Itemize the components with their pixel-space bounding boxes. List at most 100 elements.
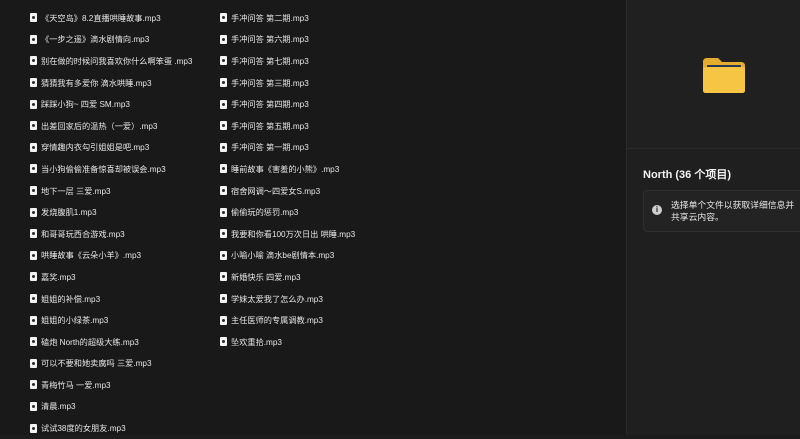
file-item[interactable]: 试试38度的女朋友.mp3 (30, 417, 192, 439)
audio-file-icon (30, 380, 37, 390)
folder-preview (627, 0, 800, 149)
file-name: 坠欢重拾.mp3 (231, 337, 282, 347)
file-item[interactable]: 我要和你看100万次日出 哄睡.mp3 (220, 223, 355, 245)
audio-file-icon (220, 337, 227, 347)
file-name: 手冲问答 第五期.mp3 (231, 121, 309, 131)
audio-file-icon (30, 294, 37, 304)
audio-file-icon (30, 142, 37, 152)
file-item[interactable]: 清晨.mp3 (30, 396, 192, 418)
file-item[interactable]: 宿舍网调～四爱女S.mp3 (220, 180, 355, 202)
file-name: 新婚快乐 四爱.mp3 (231, 272, 301, 282)
file-name: 哄睡故事《云朵小羊》.mp3 (41, 251, 142, 261)
file-item[interactable]: 小喻小喻 滴水be剧情本.mp3 (220, 245, 355, 267)
file-item[interactable]: 新婚快乐 四爱.mp3 (220, 266, 355, 288)
file-name: 青梅竹马 一爱.mp3 (41, 380, 111, 390)
file-name: 姐姐的补偿.mp3 (41, 294, 101, 304)
file-item[interactable]: 手冲问答 第五期.mp3 (220, 115, 355, 137)
file-item[interactable]: 坠欢重拾.mp3 (220, 331, 355, 353)
info-line-2: 共享云内容。 (671, 212, 724, 222)
audio-file-icon (30, 423, 37, 433)
file-name: 《天空岛》8.2直播哄睡故事.mp3 (41, 13, 161, 23)
audio-file-icon (220, 272, 227, 282)
info-box: i 选择单个文件以获取详细信息并 共享云内容。 (643, 190, 800, 232)
file-name: 可以不要和她卖腐吗 三爱.mp3 (41, 359, 152, 369)
audio-file-icon (30, 121, 37, 131)
file-name: 发烧腹肌1.mp3 (41, 208, 97, 218)
file-name: 手冲问答 第四期.mp3 (231, 100, 309, 110)
audio-file-icon (30, 250, 37, 260)
file-name: 手冲问答 第一期.mp3 (231, 143, 309, 153)
file-item[interactable]: 当小狗偷偷准备惊喜却被误会.mp3 (30, 158, 192, 180)
audio-file-icon (220, 56, 227, 66)
file-name: 手冲问答 第三期.mp3 (231, 78, 309, 88)
audio-file-icon (30, 401, 37, 411)
file-name: 主任医师的专属调教.mp3 (231, 316, 323, 326)
details-title: North (36 个项目) (643, 169, 731, 181)
audio-file-icon (220, 142, 227, 152)
file-item[interactable]: 学妹太爱我了怎么办.mp3 (220, 288, 355, 310)
file-name: 试试38度的女朋友.mp3 (41, 424, 126, 434)
audio-file-icon (220, 315, 227, 325)
file-column-1: 《天空岛》8.2直播哄睡故事.mp3 《一步之遥》滴水剧情向.mp3 别在做的时候问… (30, 7, 192, 439)
info-message: 选择单个文件以获取详细信息并 共享云内容。 (671, 199, 800, 223)
audio-file-icon (30, 229, 37, 239)
file-item[interactable]: 手冲问答 第七期.mp3 (220, 50, 355, 72)
file-name: 别在做的时候问我喜欢你什么啊笨蛋 .mp3 (41, 56, 193, 66)
audio-file-icon (220, 13, 227, 23)
file-item[interactable]: 地下一层 三爱.mp3 (30, 180, 192, 202)
file-item[interactable]: 发烧腹肌1.mp3 (30, 201, 192, 223)
file-item[interactable]: 姐姐的补偿.mp3 (30, 288, 192, 310)
file-name: 踩踩小狗~ 四爱 SM.mp3 (41, 100, 130, 110)
audio-file-icon (30, 337, 37, 347)
file-item[interactable]: 和哥哥玩西合游戏.mp3 (30, 223, 192, 245)
file-name: 手冲问答 第二期.mp3 (231, 13, 309, 23)
audio-file-icon (220, 294, 227, 304)
file-item[interactable]: 《天空岛》8.2直播哄睡故事.mp3 (30, 7, 192, 29)
audio-file-icon (30, 315, 37, 325)
audio-file-icon (220, 250, 227, 260)
file-item[interactable]: 手冲问答 第一期.mp3 (220, 137, 355, 159)
file-item[interactable]: 姐姐的小绿茶.mp3 (30, 309, 192, 331)
file-item[interactable]: 嘉奖.mp3 (30, 266, 192, 288)
file-list: 《天空岛》8.2直播哄睡故事.mp3 《一步之遥》滴水剧情向.mp3 别在做的时候问… (0, 0, 626, 435)
file-item[interactable]: 出差回家后的温热（一爱）.mp3 (30, 115, 192, 137)
file-item[interactable]: 《一步之遥》滴水剧情向.mp3 (30, 29, 192, 51)
file-name: 小喻小喻 滴水be剧情本.mp3 (231, 251, 335, 261)
folder-icon (703, 58, 745, 93)
file-item[interactable]: 手冲问答 第二期.mp3 (220, 7, 355, 29)
audio-file-icon (220, 99, 227, 109)
file-item[interactable]: 主任医师的专属调教.mp3 (220, 309, 355, 331)
file-name: 宿舍网调～四爱女S.mp3 (231, 186, 321, 196)
file-item[interactable]: 哄睡故事《云朵小羊》.mp3 (30, 245, 192, 267)
audio-file-icon (220, 121, 227, 131)
file-item[interactable]: 踩踩小狗~ 四爱 SM.mp3 (30, 93, 192, 115)
file-name: 地下一层 三爱.mp3 (41, 186, 111, 196)
file-name: 清晨.mp3 (41, 402, 76, 412)
file-item[interactable]: 手冲问答 第四期.mp3 (220, 93, 355, 115)
audio-file-icon (220, 78, 227, 88)
audio-file-icon (30, 78, 37, 88)
file-item[interactable]: 磕炮 North的超级大练.mp3 (30, 331, 192, 353)
file-name: 出差回家后的温热（一爱）.mp3 (41, 121, 158, 131)
file-item[interactable]: 手冲问答 第三期.mp3 (220, 72, 355, 94)
file-name: 《一步之遥》滴水剧情向.mp3 (41, 35, 150, 45)
file-name: 偷偷玩的惩罚.mp3 (231, 208, 299, 218)
file-item[interactable]: 青梅竹马 一爱.mp3 (30, 374, 192, 396)
file-item[interactable]: 睡前故事《害羞的小熊》.mp3 (220, 158, 355, 180)
audio-file-icon (220, 229, 227, 239)
audio-file-icon (220, 186, 227, 196)
file-name: 当小狗偷偷准备惊喜却被误会.mp3 (41, 164, 166, 174)
file-item[interactable]: 猜猜我有多爱你 滴水哄睡.mp3 (30, 72, 192, 94)
file-column-2: 手冲问答 第二期.mp3 手冲问答 第六期.mp3 手冲问答 第七期.mp3 手冲问答… (220, 7, 355, 353)
audio-file-icon (30, 34, 37, 44)
file-item[interactable]: 别在做的时候问我喜欢你什么啊笨蛋 .mp3 (30, 50, 192, 72)
file-name: 嘉奖.mp3 (41, 272, 76, 282)
file-name: 学妹太爱我了怎么办.mp3 (231, 294, 323, 304)
info-line-1: 选择单个文件以获取详细信息并 (671, 200, 795, 210)
file-item[interactable]: 手冲问答 第六期.mp3 (220, 29, 355, 51)
audio-file-icon (30, 164, 37, 174)
audio-file-icon (30, 207, 37, 217)
file-item[interactable]: 穿情趣内衣勾引姐姐是吧.mp3 (30, 137, 192, 159)
file-item[interactable]: 偷偷玩的惩罚.mp3 (220, 201, 355, 223)
file-item[interactable]: 可以不要和她卖腐吗 三爱.mp3 (30, 353, 192, 375)
